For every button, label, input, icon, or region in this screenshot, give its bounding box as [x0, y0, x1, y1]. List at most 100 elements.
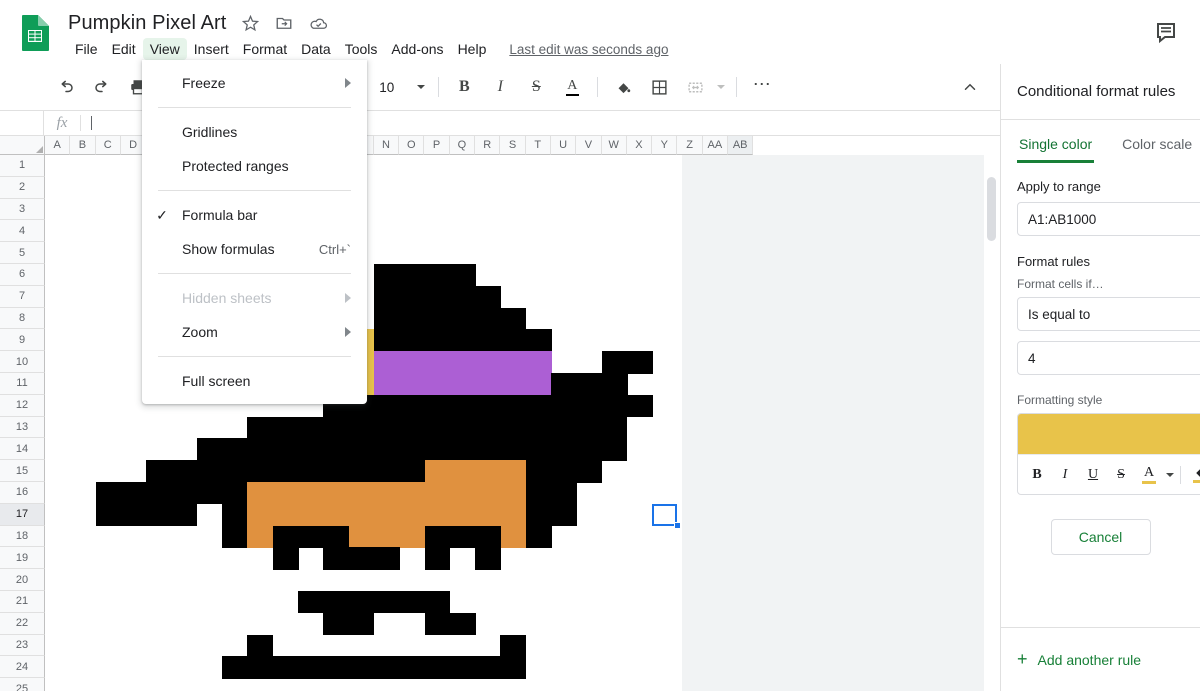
style-bold-button[interactable]: B: [1024, 462, 1050, 488]
page-title[interactable]: Pumpkin Pixel Art: [68, 12, 226, 35]
collapse-toolbar-icon[interactable]: [956, 73, 984, 101]
style-strikethrough-button[interactable]: S: [1108, 462, 1134, 488]
condition-value-input[interactable]: 4: [1017, 341, 1200, 375]
pixel-cell-black[interactable]: [272, 525, 350, 548]
pixel-cell-black[interactable]: [373, 329, 552, 352]
column-header-Z[interactable]: Z: [677, 136, 703, 155]
pixel-cell-black[interactable]: [399, 591, 451, 614]
column-header-N[interactable]: N: [373, 136, 400, 155]
pixel-cell-black[interactable]: [247, 416, 628, 439]
pixel-cell-black[interactable]: [601, 351, 653, 374]
column-header-C[interactable]: C: [95, 136, 121, 155]
condition-select[interactable]: Is equal to: [1017, 297, 1200, 331]
undo-icon[interactable]: [52, 73, 80, 101]
row-header-2[interactable]: 2: [0, 176, 45, 199]
pixel-cell-black[interactable]: [525, 482, 577, 505]
row-header-12[interactable]: 12: [0, 394, 45, 417]
vertical-scrollbar-thumb[interactable]: [987, 177, 996, 241]
menu-item-help[interactable]: Help: [451, 38, 494, 60]
row-header-6[interactable]: 6: [0, 263, 45, 286]
column-header-W[interactable]: W: [601, 136, 627, 155]
pixel-cell-black[interactable]: [424, 612, 476, 636]
pixel-cell-black[interactable]: [475, 547, 501, 570]
column-header-AA[interactable]: AA: [702, 136, 729, 155]
view-menu-item-gridlines[interactable]: Gridlines: [142, 115, 367, 149]
row-header-21[interactable]: 21: [0, 590, 45, 613]
pixel-cell-black[interactable]: [298, 591, 350, 614]
pixel-cell-black[interactable]: [348, 547, 400, 570]
row-header-22[interactable]: 22: [0, 612, 45, 635]
menu-item-data[interactable]: Data: [294, 38, 338, 60]
redo-icon[interactable]: [88, 73, 116, 101]
column-header-Y[interactable]: Y: [652, 136, 678, 155]
column-header-O[interactable]: O: [399, 136, 425, 155]
pixel-cell-orange[interactable]: [247, 503, 527, 527]
menu-item-addons[interactable]: Add-ons: [384, 38, 450, 60]
row-header-7[interactable]: 7: [0, 285, 45, 308]
row-header-19[interactable]: 19: [0, 547, 45, 570]
last-edit-status[interactable]: Last edit was seconds ago: [509, 42, 668, 57]
pixel-cell-black[interactable]: [525, 525, 552, 548]
pixel-cell-black[interactable]: [373, 307, 527, 330]
pixel-cell-black[interactable]: [601, 394, 628, 418]
pixel-cell-black[interactable]: [373, 285, 501, 309]
column-header-A[interactable]: A: [45, 136, 71, 155]
pixel-cell-orange[interactable]: [247, 482, 527, 505]
view-menu-item-freeze[interactable]: Freeze: [142, 66, 367, 100]
pixel-cell-orange[interactable]: [424, 460, 527, 483]
style-italic-button[interactable]: I: [1052, 462, 1078, 488]
row-header-20[interactable]: 20: [0, 569, 45, 591]
pixel-cell-purple[interactable]: [373, 351, 552, 396]
pixel-cell-black[interactable]: [525, 503, 577, 527]
pixel-cell-black[interactable]: [500, 634, 527, 657]
pixel-cell-black[interactable]: [222, 525, 248, 548]
row-header-1[interactable]: 1: [0, 155, 45, 177]
column-header-AB[interactable]: AB: [728, 136, 754, 155]
row-header-17[interactable]: 17: [0, 503, 45, 526]
menu-item-insert[interactable]: Insert: [187, 38, 236, 60]
comment-icon[interactable]: [1148, 14, 1184, 50]
chevron-down-icon[interactable]: [1166, 472, 1174, 477]
row-header-25[interactable]: 25: [0, 678, 45, 691]
row-header-9[interactable]: 9: [0, 329, 45, 352]
font-size-select[interactable]: 10: [373, 74, 431, 100]
style-preview-swatch[interactable]: [1018, 414, 1200, 454]
menu-item-file[interactable]: File: [68, 38, 105, 60]
pixel-cell-black[interactable]: [348, 591, 400, 614]
menu-item-edit[interactable]: Edit: [105, 38, 143, 60]
column-header-S[interactable]: S: [500, 136, 526, 155]
cloud-saved-icon[interactable]: [308, 13, 328, 33]
pixel-cell-black[interactable]: [247, 634, 274, 657]
pixel-cell-black[interactable]: [323, 547, 350, 570]
merge-dropdown[interactable]: [713, 74, 729, 100]
star-icon[interactable]: [240, 13, 260, 33]
row-header-8[interactable]: 8: [0, 307, 45, 330]
bold-button[interactable]: B: [450, 73, 478, 101]
menu-item-view[interactable]: View: [142, 38, 187, 60]
row-header-16[interactable]: 16: [0, 481, 45, 504]
column-header-U[interactable]: U: [550, 136, 577, 155]
row-header-15[interactable]: 15: [0, 460, 45, 482]
tab-color-scale[interactable]: Color scale: [1120, 132, 1194, 163]
italic-button[interactable]: I: [486, 73, 514, 101]
row-header-18[interactable]: 18: [0, 525, 45, 548]
row-header-11[interactable]: 11: [0, 372, 45, 395]
more-options-icon[interactable]: ⋯: [748, 73, 776, 101]
pixel-cell-black[interactable]: [424, 547, 451, 570]
strikethrough-button[interactable]: S: [522, 73, 550, 101]
view-menu-item-show-formulas[interactable]: Show formulas Ctrl+`: [142, 232, 367, 266]
menu-item-tools[interactable]: Tools: [338, 38, 385, 60]
column-header-V[interactable]: V: [576, 136, 602, 155]
fill-handle[interactable]: [673, 521, 681, 529]
menu-item-format[interactable]: Format: [236, 38, 294, 60]
pixel-cell-black[interactable]: [551, 373, 628, 396]
vertical-scrollbar-track[interactable]: [984, 155, 1000, 691]
row-header-24[interactable]: 24: [0, 656, 45, 679]
view-menu-item-full-screen[interactable]: Full screen: [142, 364, 367, 398]
style-fill-color-icon[interactable]: [1187, 462, 1200, 488]
row-header-4[interactable]: 4: [0, 220, 45, 243]
column-header-B[interactable]: B: [70, 136, 96, 155]
view-dropdown-menu[interactable]: Freeze Gridlines Protected ranges ✓ Formula …: [142, 60, 367, 404]
cancel-button[interactable]: Cancel: [1050, 519, 1151, 555]
view-menu-item-protected-ranges[interactable]: Protected ranges: [142, 149, 367, 183]
